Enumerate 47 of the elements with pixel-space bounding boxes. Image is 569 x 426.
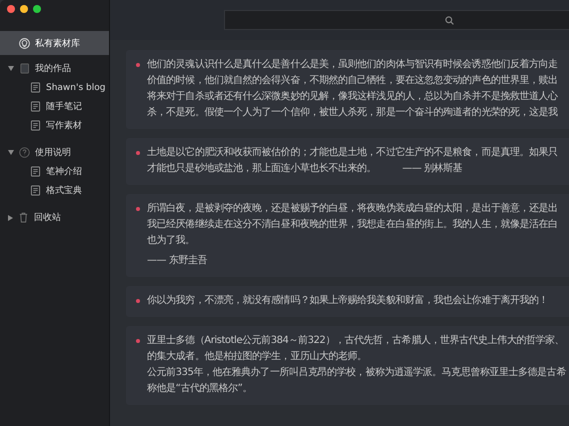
quote-text: 杀，不是死。假使一个人为了一个信仰，被世人杀死，那是一个奋斗的殉道者的光荣的死，这是我	[147, 107, 558, 118]
lightbulb-icon	[19, 38, 30, 48]
collapse-icon[interactable]	[8, 150, 14, 155]
collapse-icon[interactable]	[8, 66, 14, 71]
sidebar-item[interactable]: Shawn's blog	[0, 78, 109, 97]
note-icon	[30, 120, 41, 131]
quote-text: 也为了我。	[147, 235, 195, 246]
zoom-button[interactable]	[33, 5, 41, 13]
sidebar-item[interactable]: 笔神介绍	[0, 162, 109, 181]
trash-icon	[18, 212, 29, 223]
search-field[interactable]	[224, 10, 569, 30]
note-icon	[30, 185, 41, 196]
sidebar-item[interactable]: 随手笔记	[0, 97, 109, 116]
minimize-button[interactable]	[20, 5, 28, 13]
quote-text: 称他是“古代的黑格尔”。	[147, 383, 252, 394]
quote-text: 将来对于自杀或者还有什么深微奥妙的见解，像我这样浅见的人，总以为自杀并不是挽救世道人心	[147, 91, 558, 102]
sidebar-item[interactable]: 我的作品	[0, 59, 109, 78]
quote-text: 你以为我穷，不漂亮，就没有感情吗？如果上帝赐给我美貌和财富，我也会让你难于离开我的！	[147, 295, 548, 306]
quote-text: 所谓白夜，是被剥夺的夜晚，还是被赐予的白昼，将夜晚伪装成白昼的太阳，是出于善意，还是出	[147, 203, 558, 214]
bullet-icon	[136, 63, 140, 67]
quote-author: —— 别林斯基	[402, 163, 462, 174]
notebook-icon	[19, 63, 30, 74]
quote-text: 价值的时候，他们就自然的会得兴奋，不期然的自己牺牲，要在这忽忽变动的声色的世界里，赎出	[147, 75, 558, 86]
note-icon	[30, 101, 41, 112]
search-icon	[445, 16, 454, 24]
expand-icon[interactable]	[8, 214, 13, 220]
sidebar-item[interactable]: 使用说明	[0, 143, 109, 162]
sidebar-item[interactable]: 回收站	[0, 208, 109, 227]
quote-text: 我已经厌倦继续走在这分不清白昼和夜晚的世界，我想走在白昼的街上。我的人生，就像是活在白	[147, 219, 558, 230]
bullet-icon	[136, 207, 140, 211]
quote-text: 亚里士多德（Aristotle公元前384～前322），古代先哲，古希腊人，世界古代史上伟大的哲学家、	[147, 335, 564, 346]
quote-text: 才能也只是砂地或盐池，那上面连小草也长不出来的。	[147, 163, 376, 174]
quote-text: 的集大成者。他是柏拉图的学生，亚历山大的老师。	[147, 351, 367, 362]
quote-text: 公元前335年，他在雅典办了一所叫吕克昂的学校，被称为逍遥学派。马克思曾称亚里士多德是古希	[147, 367, 566, 378]
bullet-icon	[136, 151, 140, 155]
note-icon	[30, 82, 41, 93]
bullet-icon	[136, 339, 140, 343]
bullet-icon	[136, 299, 140, 303]
quote-text: 他们的灵魂认识什么是真什么是善什么是美，虽则他们的肉体与智识有时候会诱惑他们反着方向走	[147, 59, 558, 70]
sidebar-item[interactable]: 私有素材库	[0, 31, 109, 55]
sidebar-item[interactable]: 格式宝典	[0, 181, 109, 200]
quote-text: 土地是以它的肥沃和收获而被估价的；才能也是土地，不过它生产的不是粮食，而是真理。如果只	[147, 147, 558, 158]
quote-author: —— 东野圭吾	[147, 254, 208, 268]
help-icon	[19, 147, 30, 158]
note-icon	[30, 166, 41, 177]
close-button[interactable]	[7, 5, 15, 13]
sidebar-item[interactable]: 写作素材	[0, 116, 109, 135]
